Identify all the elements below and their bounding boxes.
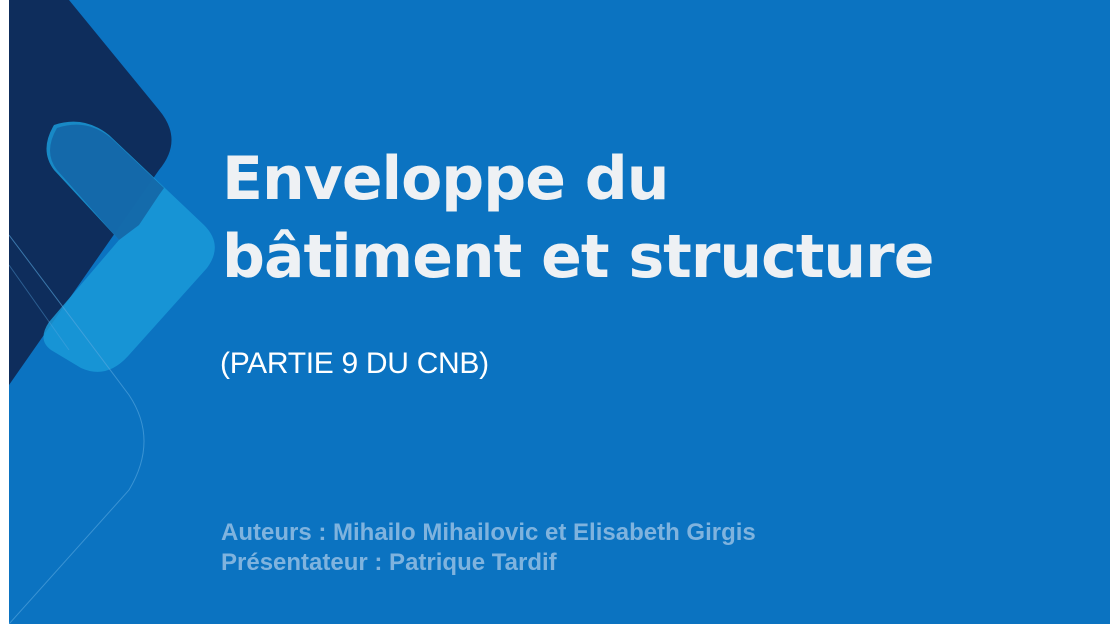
- title-line-2: bâtiment et structure: [222, 222, 934, 292]
- credits-block: Auteurs : Mihailo Mihailovic et Elisabet…: [221, 518, 756, 578]
- slide-subtitle: (PARTIE 9 DU CNB): [220, 347, 489, 380]
- presenter-line: Présentateur : Patrique Tardif: [221, 549, 557, 576]
- page: Enveloppe du bâtiment et structure (PART…: [0, 0, 1110, 624]
- title-line-1: Enveloppe du: [222, 144, 669, 214]
- authors-line: Auteurs : Mihailo Mihailovic et Elisabet…: [221, 519, 756, 546]
- slide-title: Enveloppe du bâtiment et structure: [222, 140, 934, 296]
- title-slide: Enveloppe du bâtiment et structure (PART…: [9, 0, 1110, 624]
